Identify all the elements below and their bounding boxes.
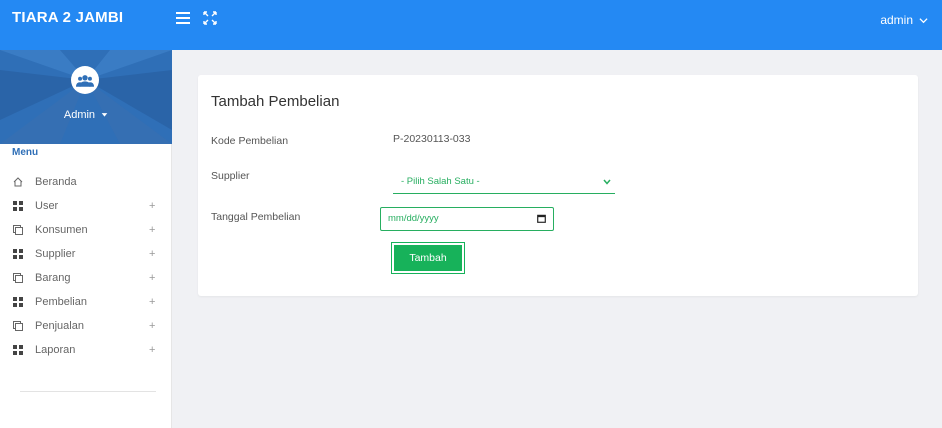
supplier-label: Supplier: [211, 170, 250, 182]
date-placeholder: mm/dd/yyyy: [388, 213, 439, 224]
top-bar: TIARA 2 JAMBI admin: [0, 0, 942, 50]
menu-heading: Menu: [12, 147, 39, 158]
window-icon: [13, 225, 23, 235]
grid-icon: [13, 249, 23, 259]
profile-background: [0, 50, 172, 144]
user-name: admin: [880, 13, 913, 27]
window-icon: [13, 321, 23, 331]
page-title: Tambah Pembelian: [211, 93, 340, 110]
expand-plus-icon[interactable]: +: [149, 248, 155, 260]
profile-name-toggle[interactable]: Admin: [0, 109, 172, 121]
sidebar-item-label: Konsumen: [35, 224, 88, 236]
sidebar-item-label: Barang: [35, 272, 71, 284]
tanggal-label: Tanggal Pembelian: [211, 211, 301, 223]
expand-plus-icon[interactable]: +: [149, 224, 155, 236]
tanggal-date-input[interactable]: mm/dd/yyyy: [380, 207, 554, 231]
calendar-icon[interactable]: [537, 214, 546, 223]
expand-plus-icon[interactable]: +: [149, 296, 155, 308]
brand-title[interactable]: TIARA 2 JAMBI: [12, 9, 123, 26]
sidebar-nav: Beranda User + Konsumen + Supplier + Bar…: [0, 170, 172, 362]
kode-value: P-20230113-033: [393, 133, 471, 145]
chevron-down-icon: [603, 179, 611, 185]
expand-plus-icon[interactable]: +: [149, 320, 155, 332]
kode-label: Kode Pembelian: [211, 135, 289, 147]
hamburger-icon[interactable]: [176, 12, 190, 26]
sidebar-profile: Admin: [0, 50, 172, 144]
grid-icon: [13, 201, 23, 211]
sidebar-divider: [20, 391, 156, 392]
chevron-down-icon: [919, 17, 928, 23]
sidebar-item-laporan[interactable]: Laporan +: [0, 338, 172, 362]
sidebar-item-supplier[interactable]: Supplier +: [0, 242, 172, 266]
expand-plus-icon[interactable]: +: [149, 272, 155, 284]
grid-icon: [13, 345, 23, 355]
expand-plus-icon[interactable]: +: [149, 344, 155, 356]
tambah-button[interactable]: Tambah: [391, 242, 465, 274]
grid-icon: [13, 297, 23, 307]
sidebar-item-label: Beranda: [35, 176, 77, 188]
sidebar-item-label: Penjualan: [35, 320, 84, 332]
supplier-select[interactable]: - Pilih Salah Satu -: [393, 170, 615, 194]
expand-plus-icon[interactable]: +: [149, 200, 155, 212]
fullscreen-icon[interactable]: [203, 11, 217, 25]
profile-name: Admin: [63, 109, 96, 121]
sidebar-item-label: User: [35, 200, 59, 212]
home-icon: [13, 177, 23, 187]
caret-down-icon: [101, 113, 108, 117]
sidebar: Admin Menu Beranda User + Konsumen + Sup…: [0, 50, 172, 428]
form-card: Tambah Pembelian Kode Pembelian P-202301…: [198, 75, 918, 296]
sidebar-item-barang[interactable]: Barang +: [0, 266, 172, 290]
sidebar-item-penjualan[interactable]: Penjualan +: [0, 314, 172, 338]
window-icon: [13, 273, 23, 283]
user-menu[interactable]: admin: [880, 13, 928, 27]
sidebar-item-label: Supplier: [35, 248, 76, 260]
sidebar-item-konsumen[interactable]: Konsumen +: [0, 218, 172, 242]
users-icon: [76, 74, 94, 87]
sidebar-item-user[interactable]: User +: [0, 194, 172, 218]
sidebar-item-beranda[interactable]: Beranda: [0, 170, 172, 194]
avatar[interactable]: [71, 66, 99, 94]
sidebar-item-pembelian[interactable]: Pembelian +: [0, 290, 172, 314]
sidebar-item-label: Laporan: [35, 344, 76, 356]
sidebar-item-label: Pembelian: [35, 296, 87, 308]
supplier-selected-value: - Pilih Salah Satu -: [401, 176, 480, 187]
